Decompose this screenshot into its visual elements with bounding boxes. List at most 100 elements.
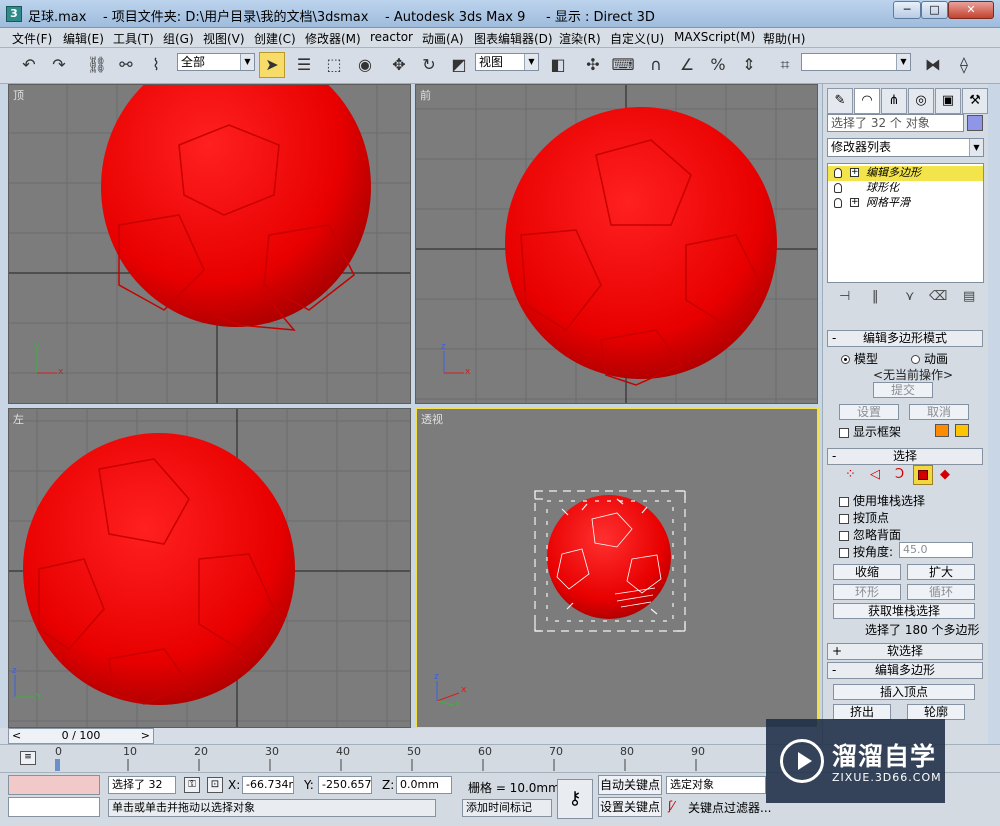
modifier-list-dropdown[interactable]: 修改器列表 ▼ (827, 138, 984, 157)
maximize-button[interactable]: □ (921, 1, 948, 19)
key-mode-dropdown[interactable]: 选定对象 (666, 776, 766, 794)
snap-icon[interactable]: ∩ (643, 52, 669, 78)
show-cage-checkbox[interactable]: 显示框架 (839, 423, 901, 440)
viewport-perspective-label[interactable]: 透视 (421, 411, 443, 427)
menu-edit[interactable]: 编辑(E) (63, 30, 104, 47)
modify-tab-icon[interactable]: ◠ (854, 88, 880, 114)
y-coordinate-field[interactable]: -250.657m (318, 776, 372, 794)
menu-reactor[interactable]: reactor (370, 30, 413, 44)
make-unique-icon[interactable]: ⋎ (905, 289, 915, 304)
menu-tools[interactable]: 工具(T) (113, 30, 154, 47)
cage-color-swatch[interactable] (935, 424, 949, 437)
window-crossing-icon[interactable]: ◉ (352, 52, 378, 78)
menu-animation[interactable]: 动画(A) (422, 30, 464, 47)
shrink-button[interactable]: 收缩 (833, 564, 901, 580)
mini-curve-editor-icon[interactable]: ≡ (20, 751, 36, 765)
element-level-icon[interactable]: ◆ (940, 467, 950, 482)
unlink-icon[interactable]: ⚯ (113, 52, 139, 78)
reference-coord-dropdown[interactable]: 视图 ▼ (475, 53, 539, 71)
menu-modifiers[interactable]: 修改器(M) (305, 30, 361, 47)
stack-item-spherify[interactable]: 球形化 (828, 181, 983, 196)
viewport-perspective[interactable]: 透视 z x y (415, 407, 819, 729)
auto-key-button[interactable]: 自动关键点 (598, 775, 662, 795)
named-selection-dropdown[interactable]: ▼ (801, 53, 911, 71)
menu-file[interactable]: 文件(F) (12, 30, 52, 47)
sphere-left[interactable] (23, 433, 295, 705)
viewport-front[interactable]: 前 z x (415, 84, 818, 404)
move-icon[interactable]: ✥ (386, 52, 412, 78)
viewport-front-label[interactable]: 前 (420, 87, 431, 103)
extrude-button[interactable]: 挤出 (833, 704, 891, 720)
viewport-left-label[interactable]: 左 (13, 411, 24, 427)
percent-snap-icon[interactable]: % (705, 52, 731, 78)
stack-item-edit-poly[interactable]: + 编辑多边形 (828, 166, 983, 181)
minimize-button[interactable]: ─ (893, 1, 921, 19)
expand-icon[interactable]: + (850, 168, 859, 177)
settings-button[interactable]: 设置 (839, 404, 899, 420)
pin-stack-icon[interactable]: ⊣ (839, 289, 850, 304)
bulb-icon[interactable] (834, 198, 842, 208)
display-tab-icon[interactable]: ▣ (935, 88, 961, 114)
motion-tab-icon[interactable]: ◎ (908, 88, 934, 114)
align-icon[interactable]: ⟠ (951, 52, 977, 78)
show-end-result-icon[interactable]: ‖ (872, 289, 879, 304)
expand-icon[interactable]: + (850, 198, 859, 207)
menu-rendering[interactable]: 渲染(R) (559, 30, 601, 47)
sphere-top[interactable] (101, 85, 371, 327)
set-key-button[interactable]: 设置关键点 (598, 797, 662, 817)
manipulate-icon[interactable]: ✣ (580, 52, 606, 78)
selection-filter-dropdown[interactable]: 全部 ▼ (177, 53, 255, 71)
get-stack-selection-button[interactable]: 获取堆栈选择 (833, 603, 975, 619)
viewport-left[interactable]: 左 z y (8, 408, 411, 728)
menu-views[interactable]: 视图(V) (203, 30, 245, 47)
by-angle-checkbox[interactable]: 按角度: (839, 543, 893, 560)
polygon-level-icon[interactable] (913, 465, 933, 485)
create-tab-icon[interactable]: ✎ (827, 88, 853, 114)
menu-create[interactable]: 创建(C) (254, 30, 296, 47)
maxscript-listener-mini[interactable] (8, 775, 100, 795)
rollout-soft-selection[interactable]: + 软选择 (827, 643, 983, 660)
vertex-level-icon[interactable]: ⁘ (845, 467, 856, 482)
rect-region-icon[interactable]: ⬚ (321, 52, 347, 78)
outline-button[interactable]: 轮廓 (907, 704, 965, 720)
utilities-tab-icon[interactable]: ⚒ (962, 88, 988, 114)
mirror-icon[interactable]: ⧓ (920, 52, 946, 78)
cancel-button[interactable]: 取消 (909, 404, 969, 420)
sphere-perspective[interactable] (547, 495, 671, 619)
rollout-selection[interactable]: - 选择 (827, 448, 983, 465)
menu-maxscript[interactable]: MAXScript(M) (674, 30, 755, 44)
animate-radio[interactable]: 动画 (911, 350, 948, 367)
redo-icon[interactable]: ↷ (46, 52, 72, 78)
scale-icon[interactable]: ◩ (446, 52, 472, 78)
key-filter-icon[interactable]: ʃ⁄ (668, 799, 674, 813)
border-level-icon[interactable]: Ↄ (895, 467, 904, 482)
add-time-tag[interactable]: 添加时间标记 (462, 799, 552, 817)
maxscript-output-mini[interactable] (8, 797, 100, 817)
menu-graph-editors[interactable]: 图表编辑器(D) (474, 30, 553, 47)
ring-button[interactable]: 环形 (833, 584, 901, 600)
select-object-icon[interactable]: ➤ (259, 52, 285, 78)
insert-vertex-button[interactable]: 插入顶点 (833, 684, 975, 700)
menu-customize[interactable]: 自定义(U) (610, 30, 664, 47)
angle-snap-icon[interactable]: ∠ (674, 52, 700, 78)
set-key-icon[interactable]: ⚷ (557, 779, 593, 819)
bulb-icon[interactable] (834, 168, 842, 178)
hierarchy-tab-icon[interactable]: ⋔ (881, 88, 907, 114)
sphere-front[interactable] (505, 107, 777, 379)
select-by-name-icon[interactable]: ☰ (291, 52, 317, 78)
key-filters-button[interactable]: 关键点过滤器... (688, 799, 771, 816)
ignore-backfacing-checkbox[interactable]: 忽略背面 (839, 526, 901, 543)
edit-named-selection-icon[interactable]: ⌗ (772, 52, 798, 78)
rollout-edit-poly-mode[interactable]: - 编辑多边形模式 (827, 330, 983, 347)
viewport-top[interactable]: 顶 y x (8, 84, 411, 404)
viewport-top-label[interactable]: 顶 (13, 87, 24, 103)
object-color-swatch[interactable] (967, 115, 983, 131)
bulb-icon[interactable] (834, 183, 842, 193)
time-slider-thumb[interactable]: < 0 / 100 > (8, 728, 154, 744)
object-name-field[interactable]: 选择了 32 个 对象 (827, 114, 964, 132)
bind-space-warp-icon[interactable]: ⌇ (143, 52, 169, 78)
rollout-edit-polygons[interactable]: - 编辑多边形 (827, 662, 983, 679)
loop-button[interactable]: 循环 (907, 584, 975, 600)
lock-selection-icon[interactable]: ⚿ (184, 777, 200, 793)
z-coordinate-field[interactable]: 0.0mm (396, 776, 452, 794)
